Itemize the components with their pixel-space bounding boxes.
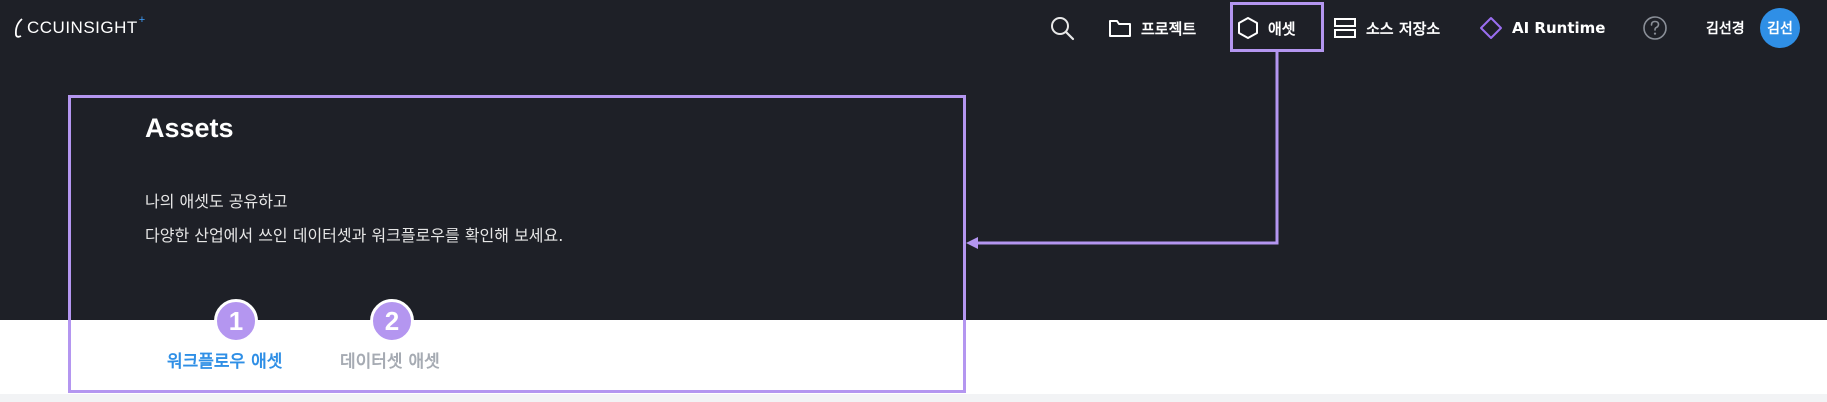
- user-name[interactable]: 김선경: [1706, 14, 1745, 42]
- nav-source-repository-label: 소스 저장소: [1366, 19, 1441, 38]
- nav-projects[interactable]: 프로젝트: [1108, 14, 1196, 42]
- hexagon-icon: [1237, 16, 1259, 40]
- server-icon: [1333, 16, 1357, 40]
- nav-assets[interactable]: 애셋: [1237, 14, 1296, 42]
- diamond-icon: [1479, 16, 1503, 40]
- app-logo[interactable]: CCUINSIGHT +: [13, 14, 146, 42]
- logo-mark-icon: [14, 18, 23, 38]
- nav-ai-runtime-label: AI Runtime: [1512, 19, 1606, 37]
- tab-dataset-assets[interactable]: 데이터셋 애셋: [340, 347, 440, 372]
- nav-projects-label: 프로젝트: [1141, 19, 1197, 38]
- avatar[interactable]: 김선: [1760, 8, 1800, 48]
- logo-plus: +: [138, 14, 146, 26]
- nav-assets-label: 애셋: [1268, 19, 1296, 38]
- folder-icon: [1108, 17, 1132, 39]
- page-description-line-2: 다양한 산업에서 쓰인 데이터셋과 워크플로우를 확인해 보세요.: [145, 226, 564, 245]
- tab-workflow-assets[interactable]: 워크플로우 애셋: [167, 347, 282, 372]
- help-icon[interactable]: [1641, 14, 1669, 42]
- search-icon[interactable]: [1048, 14, 1076, 42]
- top-navigation-bar: CCUINSIGHT + 프로젝트 애셋 소스 저장소 AI Runtime 김…: [0, 0, 1827, 56]
- content-area-top: [0, 394, 1827, 402]
- page-description-line-1: 나의 애셋도 공유하고: [145, 192, 288, 211]
- annotation-badge-2: 2: [370, 299, 414, 343]
- logo-text: CCUINSIGHT: [27, 18, 138, 37]
- page-title: Assets: [145, 113, 234, 143]
- nav-ai-runtime[interactable]: AI Runtime: [1479, 14, 1605, 42]
- user-name-label: 김선경: [1706, 21, 1745, 37]
- nav-source-repository[interactable]: 소스 저장소: [1333, 14, 1440, 42]
- annotation-badge-1: 1: [214, 299, 258, 343]
